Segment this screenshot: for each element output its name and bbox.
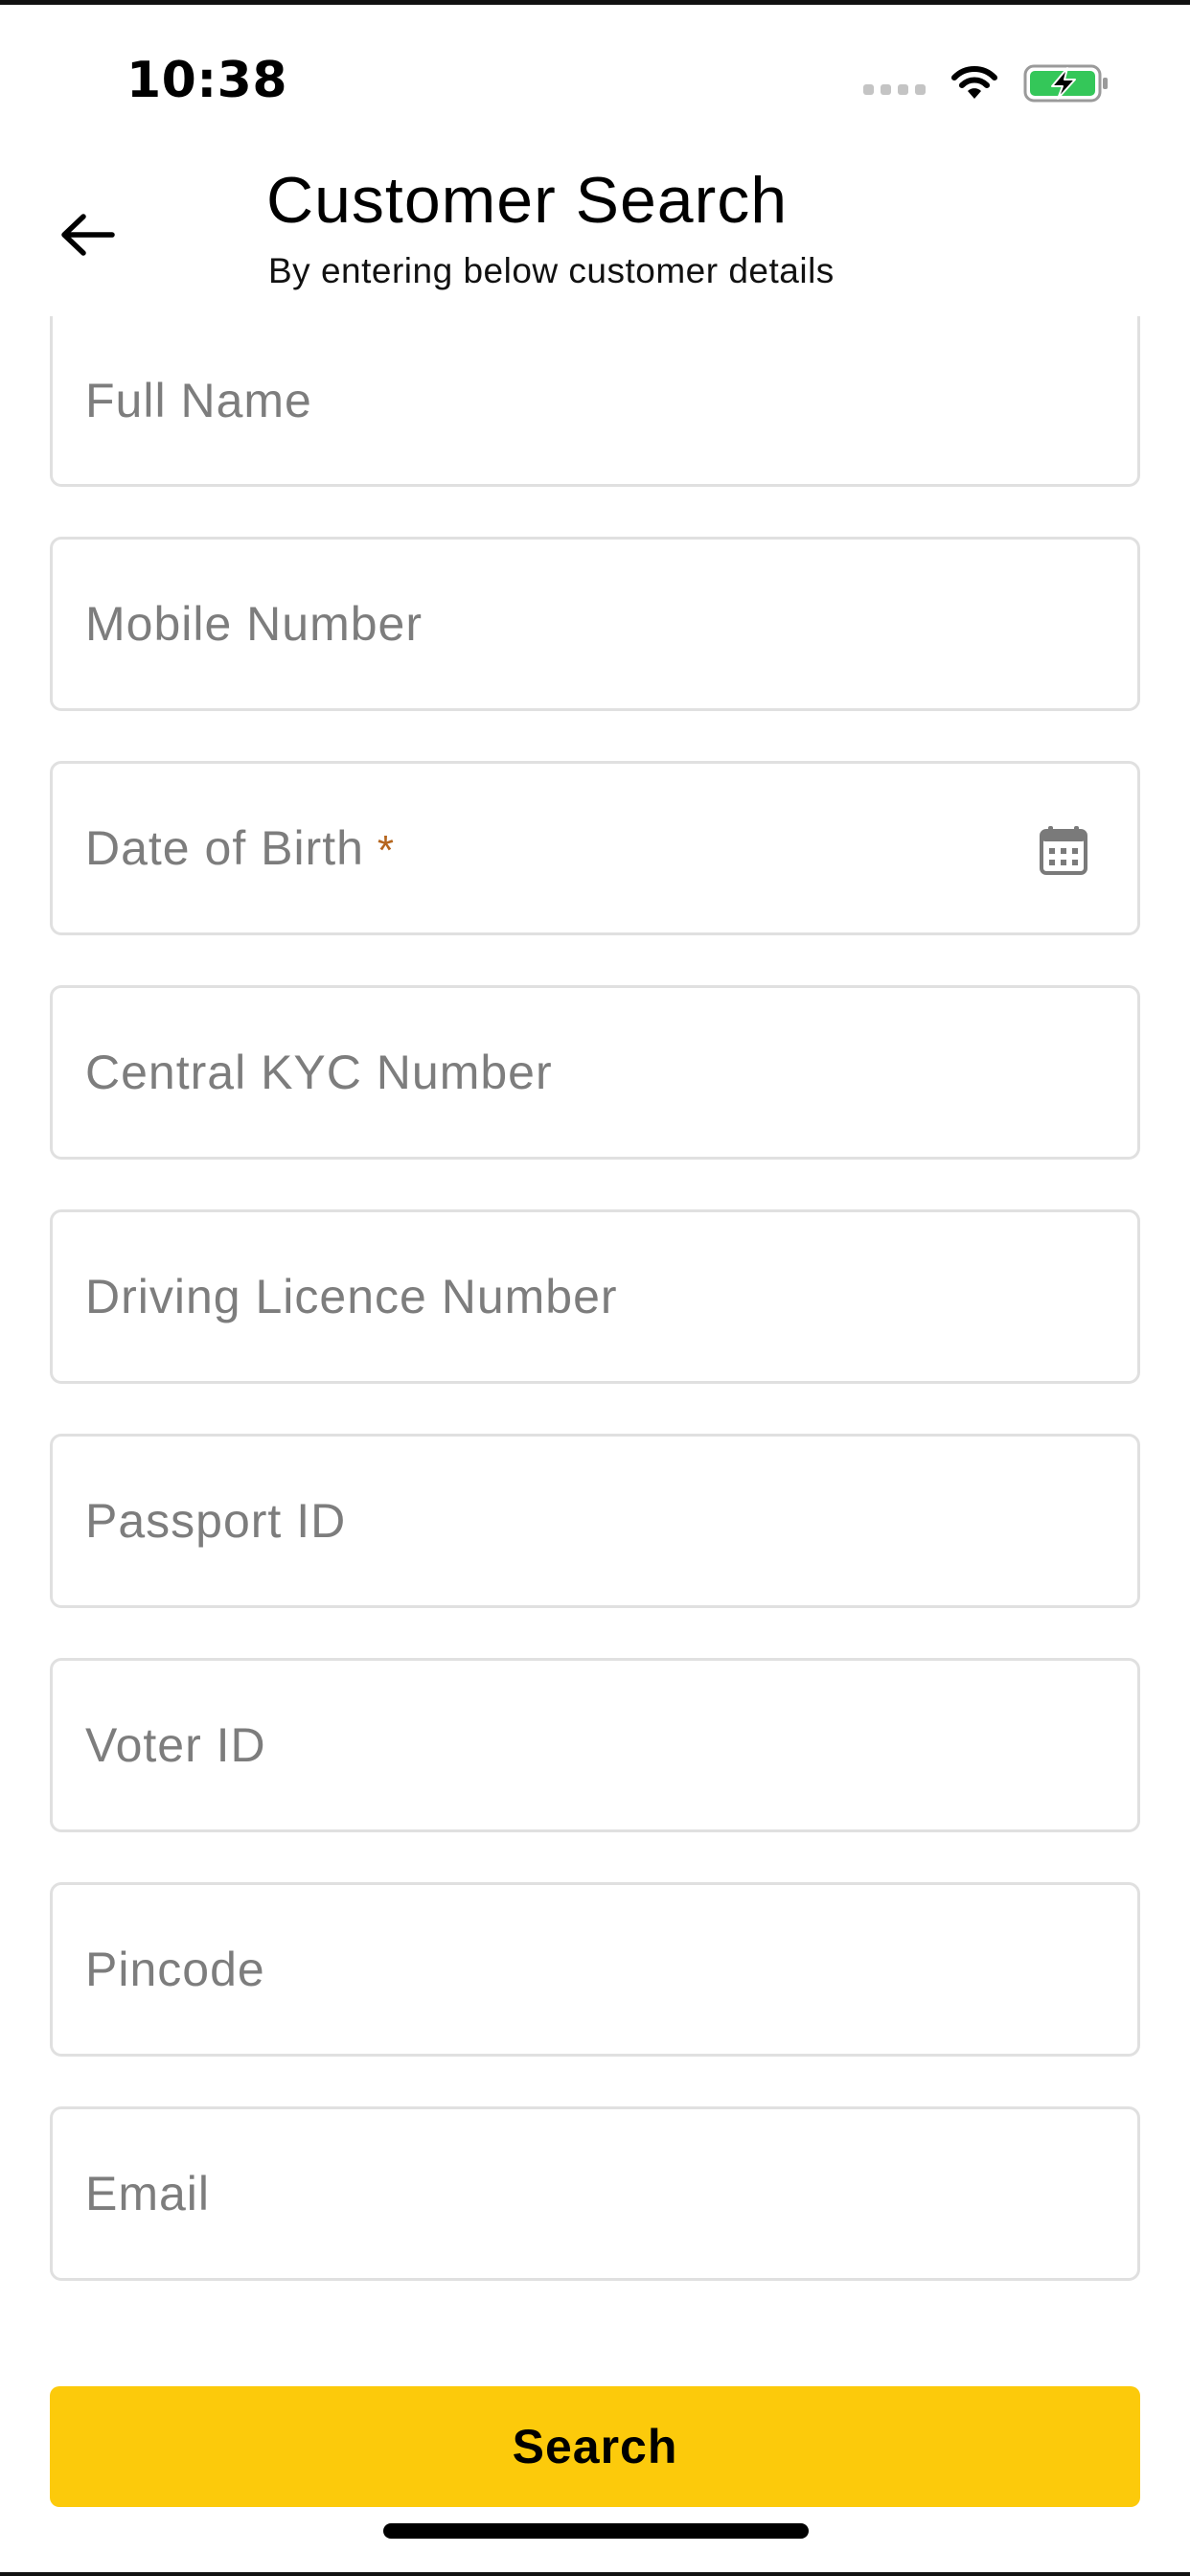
central-kyc-number-input[interactable] [85, 988, 1137, 1157]
cellular-signal-icon [863, 83, 926, 95]
pincode-field [50, 1882, 1140, 2057]
search-button[interactable]: Search [50, 2386, 1140, 2507]
full-name-field [50, 316, 1140, 487]
mobile-number-field [50, 537, 1140, 711]
pincode-input[interactable] [85, 1885, 1137, 2054]
date-of-birth-text: Date of Birth [85, 821, 364, 875]
required-marker: * [377, 827, 396, 874]
status-icons [863, 59, 1110, 107]
central-kyc-number-field [50, 985, 1140, 1160]
voter-id-field [50, 1658, 1140, 1832]
status-time: 10:38 [126, 52, 288, 109]
full-name-input[interactable] [85, 316, 1137, 484]
header: Customer Search By entering below custom… [0, 163, 1190, 307]
home-indicator[interactable] [383, 2523, 809, 2539]
passport-id-input[interactable] [85, 1437, 1137, 1605]
passport-id-field [50, 1434, 1140, 1608]
wifi-icon [951, 66, 997, 99]
mobile-number-input[interactable] [85, 540, 1137, 708]
page-title: Customer Search [266, 164, 789, 237]
calendar-icon[interactable] [1040, 825, 1087, 875]
driving-licence-number-input[interactable] [85, 1212, 1137, 1381]
voter-id-input[interactable] [85, 1661, 1137, 1829]
email-input[interactable] [85, 2109, 1137, 2278]
page-subtitle: By entering below customer details [268, 251, 835, 290]
date-of-birth-field[interactable]: Date of Birth * [50, 761, 1140, 935]
status-bar: 10:38 [0, 0, 1190, 163]
back-button[interactable] [54, 201, 121, 268]
email-field [50, 2106, 1140, 2281]
bottom-edge [0, 2572, 1190, 2576]
customer-search-form: Date of Birth * [50, 316, 1140, 2281]
date-of-birth-label: Date of Birth * [85, 820, 1137, 876]
driving-licence-number-field [50, 1209, 1140, 1384]
battery-charging-icon [1023, 64, 1108, 103]
customer-search-screen: 10:38 Customer Search By entering below … [0, 0, 1190, 2576]
arrow-left-icon [61, 214, 115, 256]
